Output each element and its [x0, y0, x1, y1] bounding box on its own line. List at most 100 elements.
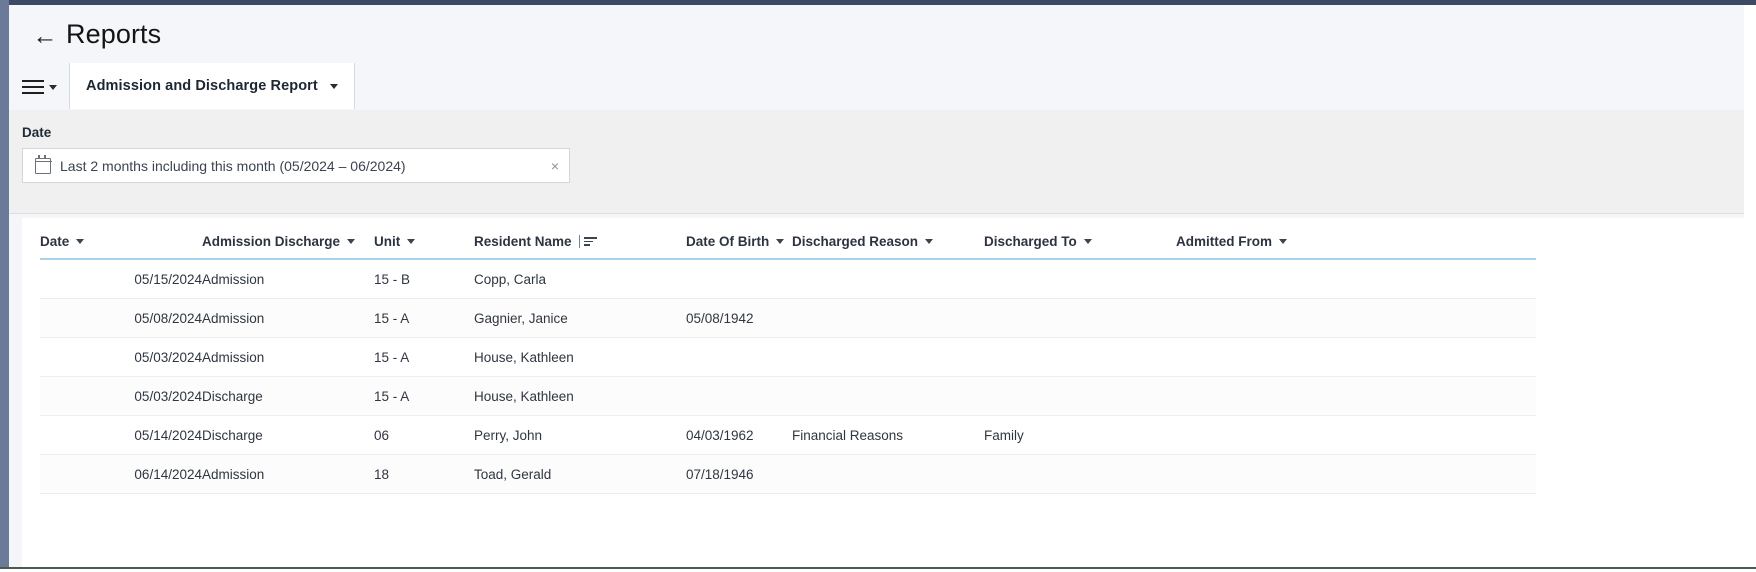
column-header-label: Date Of Birth: [686, 234, 770, 249]
table-body: 05/15/2024 Admission 15 - B Copp, Carla …: [40, 259, 1536, 494]
column-header-label: Discharged To: [984, 234, 1077, 249]
column-header-label: Date: [40, 234, 70, 249]
application-window: ← Reports Admission and Discharge Report…: [0, 0, 1756, 572]
cell-admission-discharge: Admission: [202, 298, 374, 338]
admission-discharge-table: Date Admission Discharge Unit Resident N…: [40, 218, 1536, 494]
table-row[interactable]: 05/03/2024 Discharge 15 - A House, Kathl…: [40, 376, 1536, 416]
back-arrow-icon[interactable]: ←: [32, 23, 58, 49]
column-header-discharged-reason[interactable]: Discharged Reason: [792, 218, 984, 260]
chevron-down-icon: [1083, 238, 1092, 244]
column-header-label: Resident Name: [474, 234, 572, 249]
window-left-edge: [0, 0, 9, 568]
page-surface: ← Reports Admission and Discharge Report…: [9, 5, 1744, 567]
page-title: Reports: [66, 19, 162, 49]
cell-admitted-from: [1176, 415, 1536, 455]
chevron-down-icon: [1279, 238, 1287, 244]
report-menu-button[interactable]: [22, 74, 64, 100]
cell-admission-discharge: Discharge: [202, 415, 374, 455]
cell-unit: 15 - A: [374, 337, 474, 377]
column-header-label: Unit: [374, 234, 401, 249]
cell-resident-name: Gagnier, Janice: [474, 298, 686, 338]
cell-date: 05/14/2024: [40, 415, 202, 455]
cell-resident-name: Perry, John: [474, 415, 686, 455]
cell-date-of-birth: 05/08/1942: [686, 298, 792, 338]
date-filter-label: Date: [22, 125, 52, 140]
column-header-resident-name[interactable]: Resident Name: [474, 218, 686, 260]
cell-date-of-birth: [686, 376, 792, 416]
date-range-value: Last 2 months including this month (05/2…: [60, 157, 406, 174]
cell-admitted-from: [1176, 454, 1536, 494]
report-tab-label: Admission and Discharge Report: [86, 78, 318, 94]
cell-date: 05/15/2024: [40, 259, 202, 299]
hamburger-menu-icon: [22, 79, 44, 95]
cell-date: 06/14/2024: [40, 454, 202, 494]
cell-admitted-from: [1176, 298, 1536, 338]
cell-resident-name: Toad, Gerald: [474, 454, 686, 494]
column-header-date-of-birth[interactable]: Date Of Birth: [686, 218, 792, 260]
cell-discharged-to: [984, 337, 1176, 377]
cell-discharged-reason: [792, 298, 984, 338]
cell-unit: 18: [374, 454, 474, 494]
column-header-admission-discharge[interactable]: Admission Discharge: [202, 218, 374, 260]
clear-date-filter-button[interactable]: ×: [541, 149, 569, 182]
report-toolbar: Admission and Discharge Report: [9, 63, 1744, 111]
calendar-icon: [34, 155, 52, 174]
cell-date: 05/08/2024: [40, 298, 202, 338]
chevron-down-icon: [407, 238, 416, 244]
cell-admitted-from: [1176, 376, 1536, 416]
cell-resident-name: Copp, Carla: [474, 259, 686, 299]
column-header-discharged-to[interactable]: Discharged To: [984, 218, 1176, 260]
cell-unit: 15 - B: [374, 259, 474, 299]
cell-admitted-from: [1176, 337, 1536, 377]
cell-unit: 15 - A: [374, 376, 474, 416]
table-row[interactable]: 06/14/2024 Admission 18 Toad, Gerald 07/…: [40, 454, 1536, 494]
cell-admission-discharge: Admission: [202, 259, 374, 299]
cell-date-of-birth: 07/18/1946: [686, 454, 792, 494]
cell-discharged-reason: [792, 337, 984, 377]
cell-discharged-to: [984, 298, 1176, 338]
cell-admission-discharge: Discharge: [202, 376, 374, 416]
chevron-down-icon: [49, 84, 57, 90]
cell-admission-discharge: Admission: [202, 454, 374, 494]
cell-discharged-reason: [792, 259, 984, 299]
page-header: ← Reports: [9, 5, 1744, 63]
column-header-admitted-from[interactable]: Admitted From: [1176, 218, 1536, 260]
cell-date-of-birth: [686, 259, 792, 299]
cell-resident-name: House, Kathleen: [474, 376, 686, 416]
cell-discharged-reason: [792, 376, 984, 416]
table-row[interactable]: 05/03/2024 Admission 15 - A House, Kathl…: [40, 337, 1536, 377]
cell-discharged-to: [984, 376, 1176, 416]
cell-discharged-to: [984, 454, 1176, 494]
filter-bar: Date Last 2 months including this month …: [9, 110, 1744, 214]
cell-resident-name: House, Kathleen: [474, 337, 686, 377]
table-row[interactable]: 05/15/2024 Admission 15 - B Copp, Carla: [40, 259, 1536, 299]
cell-admitted-from: [1176, 259, 1536, 299]
window-bottom-edge: [0, 567, 1756, 569]
chevron-down-icon: [776, 238, 785, 244]
cell-date-of-birth: [686, 337, 792, 377]
cell-admission-discharge: Admission: [202, 337, 374, 377]
column-header-unit[interactable]: Unit: [374, 218, 474, 260]
cell-discharged-to: [984, 259, 1176, 299]
cell-discharged-reason: Financial Reasons: [792, 415, 984, 455]
tab-admission-and-discharge-report[interactable]: Admission and Discharge Report: [69, 63, 355, 109]
cell-date-of-birth: 04/03/1962: [686, 415, 792, 455]
chevron-down-icon: [329, 83, 338, 89]
column-header-label: Admitted From: [1176, 234, 1272, 249]
table-header-row: Date Admission Discharge Unit Resident N…: [40, 218, 1536, 260]
column-header-label: Discharged Reason: [792, 234, 919, 249]
cell-date: 05/03/2024: [40, 376, 202, 416]
date-range-input[interactable]: Last 2 months including this month (05/2…: [22, 148, 570, 183]
column-header-date[interactable]: Date: [40, 218, 202, 260]
table-header: Date Admission Discharge Unit Resident N…: [40, 218, 1536, 260]
cell-unit: 15 - A: [374, 298, 474, 338]
column-header-label: Admission Discharge: [202, 234, 341, 249]
chevron-down-icon: [347, 238, 356, 244]
table-row[interactable]: 05/08/2024 Admission 15 - A Gagnier, Jan…: [40, 298, 1536, 338]
sort-ascending-icon: [578, 235, 597, 248]
chevron-down-icon: [76, 238, 85, 244]
cell-unit: 06: [374, 415, 474, 455]
report-results-card: Date Admission Discharge Unit Resident N…: [22, 218, 1744, 567]
table-row[interactable]: 05/14/2024 Discharge 06 Perry, John 04/0…: [40, 415, 1536, 455]
chevron-down-icon: [925, 238, 934, 244]
